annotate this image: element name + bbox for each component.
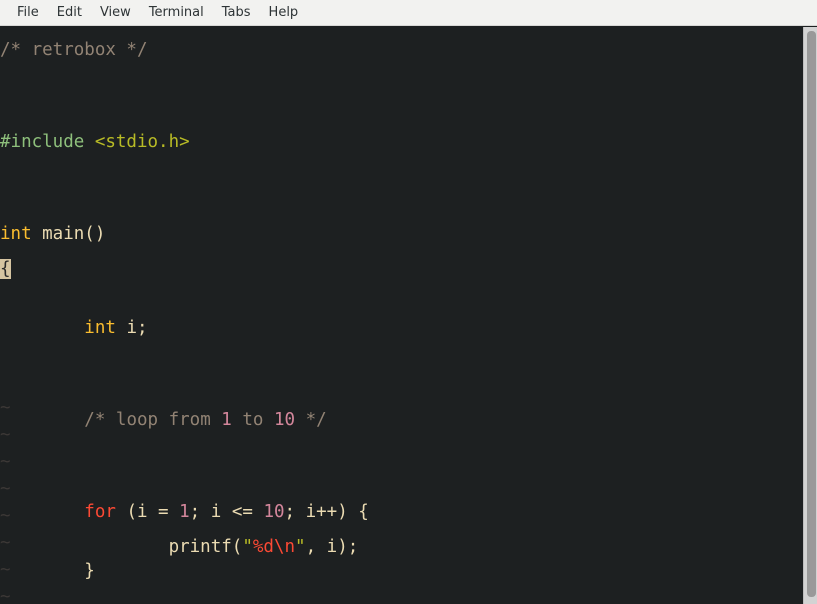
function-signature: main() [31, 224, 106, 244]
filler-tilde: ~ [0, 479, 11, 499]
menu-item-help[interactable]: Help [260, 2, 308, 24]
matching-brace-open: { [0, 259, 11, 279]
type-token: int [0, 224, 32, 244]
declaration-rest: i; [115, 318, 148, 338]
comment-token: /* retrobox */ [0, 40, 148, 60]
filler-tilde: ~ [0, 533, 11, 553]
code-line-6: { [0, 257, 803, 281]
code-line-5: int main() [0, 211, 803, 257]
filler-tilde: ~ [0, 452, 11, 472]
filler-tilde: ~ [0, 398, 11, 418]
code-line-1: /* retrobox */ [0, 27, 803, 73]
menu-item-tabs[interactable]: Tabs [213, 2, 260, 24]
vim-filler-rows: ~ ~ ~ ~ ~ ~ ~ ~ [0, 395, 803, 604]
scrollbar-thumb[interactable] [807, 31, 816, 597]
menu-item-view[interactable]: View [91, 2, 140, 24]
filler-tilde: ~ [0, 587, 11, 604]
include-path-token: <stdio.h> [94, 132, 190, 152]
menu-item-edit[interactable]: Edit [48, 2, 91, 24]
filler-tilde: ~ [0, 425, 11, 445]
filler-tilde: ~ [0, 506, 11, 526]
preprocessor-token: #include [0, 132, 95, 152]
vertical-scrollbar[interactable] [803, 27, 817, 604]
menubar: File Edit View Terminal Tabs Help [0, 0, 817, 26]
menu-item-file[interactable]: File [8, 2, 48, 24]
menu-item-terminal[interactable]: Terminal [140, 2, 213, 24]
type-token: int [84, 318, 116, 338]
code-line-3: #include <stdio.h> [0, 119, 803, 165]
terminal-window: File Edit View Terminal Tabs Help /* ret… [0, 0, 817, 604]
filler-tilde: ~ [0, 560, 11, 580]
code-line-8: int i; [0, 305, 803, 351]
terminal-screen[interactable]: /* retrobox */ #include <stdio.h> int ma… [0, 27, 803, 604]
